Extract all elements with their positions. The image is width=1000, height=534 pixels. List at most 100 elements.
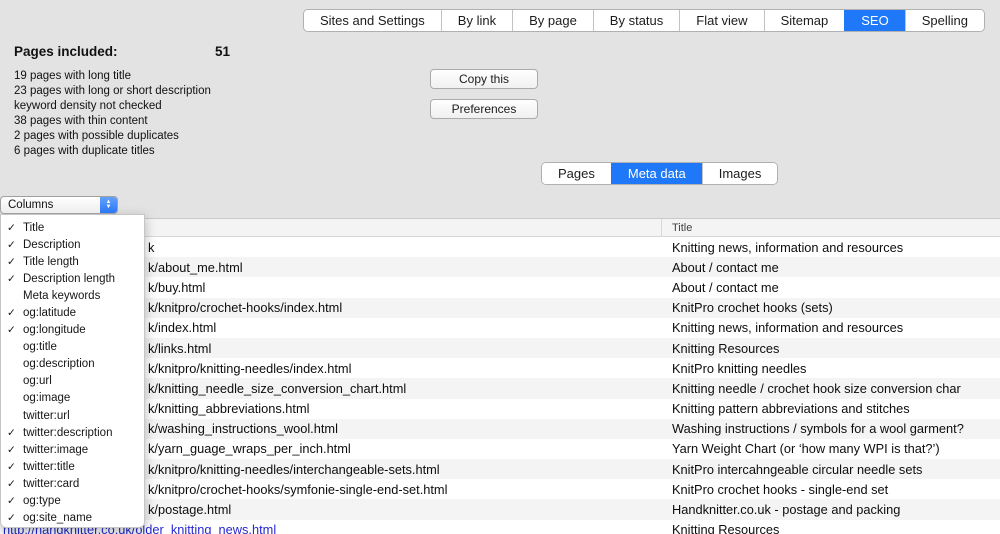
copy-this-button[interactable]: Copy this xyxy=(430,69,538,89)
title-cell: KnitPro knitting needles xyxy=(661,361,1000,376)
columns-menu-item[interactable]: ✓ twitter:description xyxy=(1,424,144,441)
main-tab[interactable]: By link xyxy=(441,10,512,31)
columns-popup-label: Columns xyxy=(1,199,100,211)
columns-menu-item-label: og:longitude xyxy=(23,324,86,336)
table-row[interactable]: k Knitting news, information and resourc… xyxy=(0,237,1000,257)
popup-arrows-icon: ▲ ▼ xyxy=(100,197,117,213)
pages-included-value: 51 xyxy=(215,44,230,59)
columns-menu-item-label: twitter:url xyxy=(23,410,70,422)
columns-menu-item[interactable]: ✓ Title length xyxy=(1,253,144,270)
table-row[interactable]: k/postage.html Handknitter.co.uk - posta… xyxy=(0,499,1000,519)
summary-line: keyword density not checked xyxy=(14,99,334,114)
columns-menu-item[interactable]: ✓ twitter:card xyxy=(1,475,144,492)
columns-menu-item[interactable]: ✓ twitter:title xyxy=(1,458,144,475)
table-row[interactable]: k/about_me.html About / contact me xyxy=(0,257,1000,277)
columns-menu-item[interactable]: ✓ og:type xyxy=(1,493,144,510)
check-icon: ✓ xyxy=(7,239,16,251)
title-cell: KnitPro intercahngeable circular needle … xyxy=(661,462,1000,477)
columns-menu-item-label: og:description xyxy=(23,358,95,370)
columns-menu-item-label: og:latitude xyxy=(23,307,76,319)
check-icon: ✓ xyxy=(7,461,16,473)
columns-menu-item[interactable]: ✓ og:longitude xyxy=(1,322,144,339)
arrow-down-icon: ▼ xyxy=(106,205,112,210)
check-icon: ✓ xyxy=(7,273,16,285)
table-row[interactable]: http://handknitter.co.uk/older_knitting_… xyxy=(0,520,1000,534)
table-header: Title xyxy=(0,218,1000,237)
table-row[interactable]: k/knitpro/crochet-hooks/symfonie-single-… xyxy=(0,479,1000,499)
columns-menu-item[interactable]: Meta keywords xyxy=(1,287,144,304)
columns-menu-item-label: Description length xyxy=(23,273,115,285)
columns-menu-item[interactable]: twitter:url xyxy=(1,407,144,424)
check-icon: ✓ xyxy=(7,307,16,319)
columns-menu-item[interactable]: og:description xyxy=(1,356,144,373)
title-cell: About / contact me xyxy=(661,260,1000,275)
main-tab[interactable]: SEO xyxy=(844,10,904,31)
title-cell: KnitPro crochet hooks - single-end set xyxy=(661,482,1000,497)
columns-menu-item[interactable]: ✓ Description xyxy=(1,236,144,253)
table-row[interactable]: k/knitpro/knitting-needles/interchangeab… xyxy=(0,459,1000,479)
summary-line: 23 pages with long or short description xyxy=(14,84,334,99)
check-icon: ✓ xyxy=(7,495,16,507)
columns-menu-item-label: og:type xyxy=(23,495,61,507)
summary-line: 38 pages with thin content xyxy=(14,114,334,129)
main-tab[interactable]: Flat view xyxy=(679,10,763,31)
columns-menu-item[interactable]: og:image xyxy=(1,390,144,407)
summary-line: 6 pages with duplicate titles xyxy=(14,144,334,159)
sub-tab[interactable]: Meta data xyxy=(611,163,702,184)
table-row[interactable]: k/index.html Knitting news, information … xyxy=(0,318,1000,338)
title-cell: Knitting news, information and resources xyxy=(661,320,1000,335)
title-cell: Knitting news, information and resources xyxy=(661,240,1000,255)
meta-data-table: Title k Knitting news, information and r… xyxy=(0,218,1000,534)
check-icon: ✓ xyxy=(7,222,16,234)
columns-popup-button[interactable]: Columns ▲ ▼ xyxy=(0,196,118,214)
sub-tab-bar: Pages Meta data Images xyxy=(541,162,778,185)
columns-menu-item[interactable]: ✓ og:latitude xyxy=(1,304,144,321)
columns-menu-item[interactable]: ✓ Title xyxy=(1,219,144,236)
table-row[interactable]: k/knitpro/knitting-needles/index.html Kn… xyxy=(0,358,1000,378)
title-cell: Knitting needle / crochet hook size conv… xyxy=(661,381,1000,396)
main-tab[interactable]: Spelling xyxy=(905,10,984,31)
sub-tab[interactable]: Images xyxy=(702,163,778,184)
columns-menu-item-label: twitter:description xyxy=(23,427,112,439)
columns-menu-item-label: Title xyxy=(23,222,44,234)
columns-menu-item[interactable]: og:url xyxy=(1,373,144,390)
title-cell: Yarn Weight Chart (or ‘how many WPI is t… xyxy=(661,441,1000,456)
title-column-header[interactable]: Title xyxy=(672,222,692,234)
main-tab-bar: Sites and Settings By link By page By st… xyxy=(303,9,985,32)
columns-menu-item-label: Title length xyxy=(23,256,79,268)
title-cell: KnitPro crochet hooks (sets) xyxy=(661,300,1000,315)
columns-menu-item-label: twitter:image xyxy=(23,444,88,456)
table-row[interactable]: k/links.html Knitting Resources xyxy=(0,338,1000,358)
table-body: k Knitting news, information and resourc… xyxy=(0,237,1000,534)
sub-tab[interactable]: Pages xyxy=(542,163,611,184)
table-row[interactable]: k/knitting_abbreviations.html Knitting p… xyxy=(0,399,1000,419)
columns-menu-item[interactable]: ✓ og:site_name xyxy=(1,510,144,527)
columns-menu-item[interactable]: ✓ Description length xyxy=(1,270,144,287)
main-tab[interactable]: Sitemap xyxy=(764,10,845,31)
summary-lines: 19 pages with long title 23 pages with l… xyxy=(14,69,334,159)
table-row[interactable]: k/knitpro/crochet-hooks/index.html KnitP… xyxy=(0,298,1000,318)
columns-menu-item-label: twitter:card xyxy=(23,478,79,490)
table-row[interactable]: k/knitting_needle_size_conversion_chart.… xyxy=(0,378,1000,398)
columns-menu-item[interactable]: ✓ twitter:image xyxy=(1,441,144,458)
preferences-button[interactable]: Preferences xyxy=(430,99,538,119)
columns-menu-item-label: Description xyxy=(23,239,81,251)
title-cell: Knitting Resources xyxy=(661,341,1000,356)
main-tab[interactable]: By status xyxy=(593,10,679,31)
pages-included-row: Pages included: 51 xyxy=(14,44,334,63)
table-row[interactable]: k/yarn_guage_wraps_per_inch.html Yarn We… xyxy=(0,439,1000,459)
columns-menu-item-label: og:image xyxy=(23,392,70,404)
table-row[interactable]: k/buy.html About / contact me xyxy=(0,277,1000,297)
table-row[interactable]: k/washing_instructions_wool.html Washing… xyxy=(0,419,1000,439)
check-icon: ✓ xyxy=(7,427,16,439)
columns-menu-item[interactable]: og:title xyxy=(1,339,144,356)
title-cell: Handknitter.co.uk - postage and packing xyxy=(661,502,1000,517)
check-icon: ✓ xyxy=(7,478,16,490)
title-cell: Washing instructions / symbols for a woo… xyxy=(661,421,1000,436)
seo-summary: Pages included: 51 19 pages with long ti… xyxy=(14,44,334,159)
title-cell: About / contact me xyxy=(661,280,1000,295)
columns-menu-item-label: og:site_name xyxy=(23,512,92,524)
main-tab[interactable]: By page xyxy=(512,10,593,31)
main-tab[interactable]: Sites and Settings xyxy=(304,10,441,31)
columns-menu-item-label: twitter:title xyxy=(23,461,75,473)
